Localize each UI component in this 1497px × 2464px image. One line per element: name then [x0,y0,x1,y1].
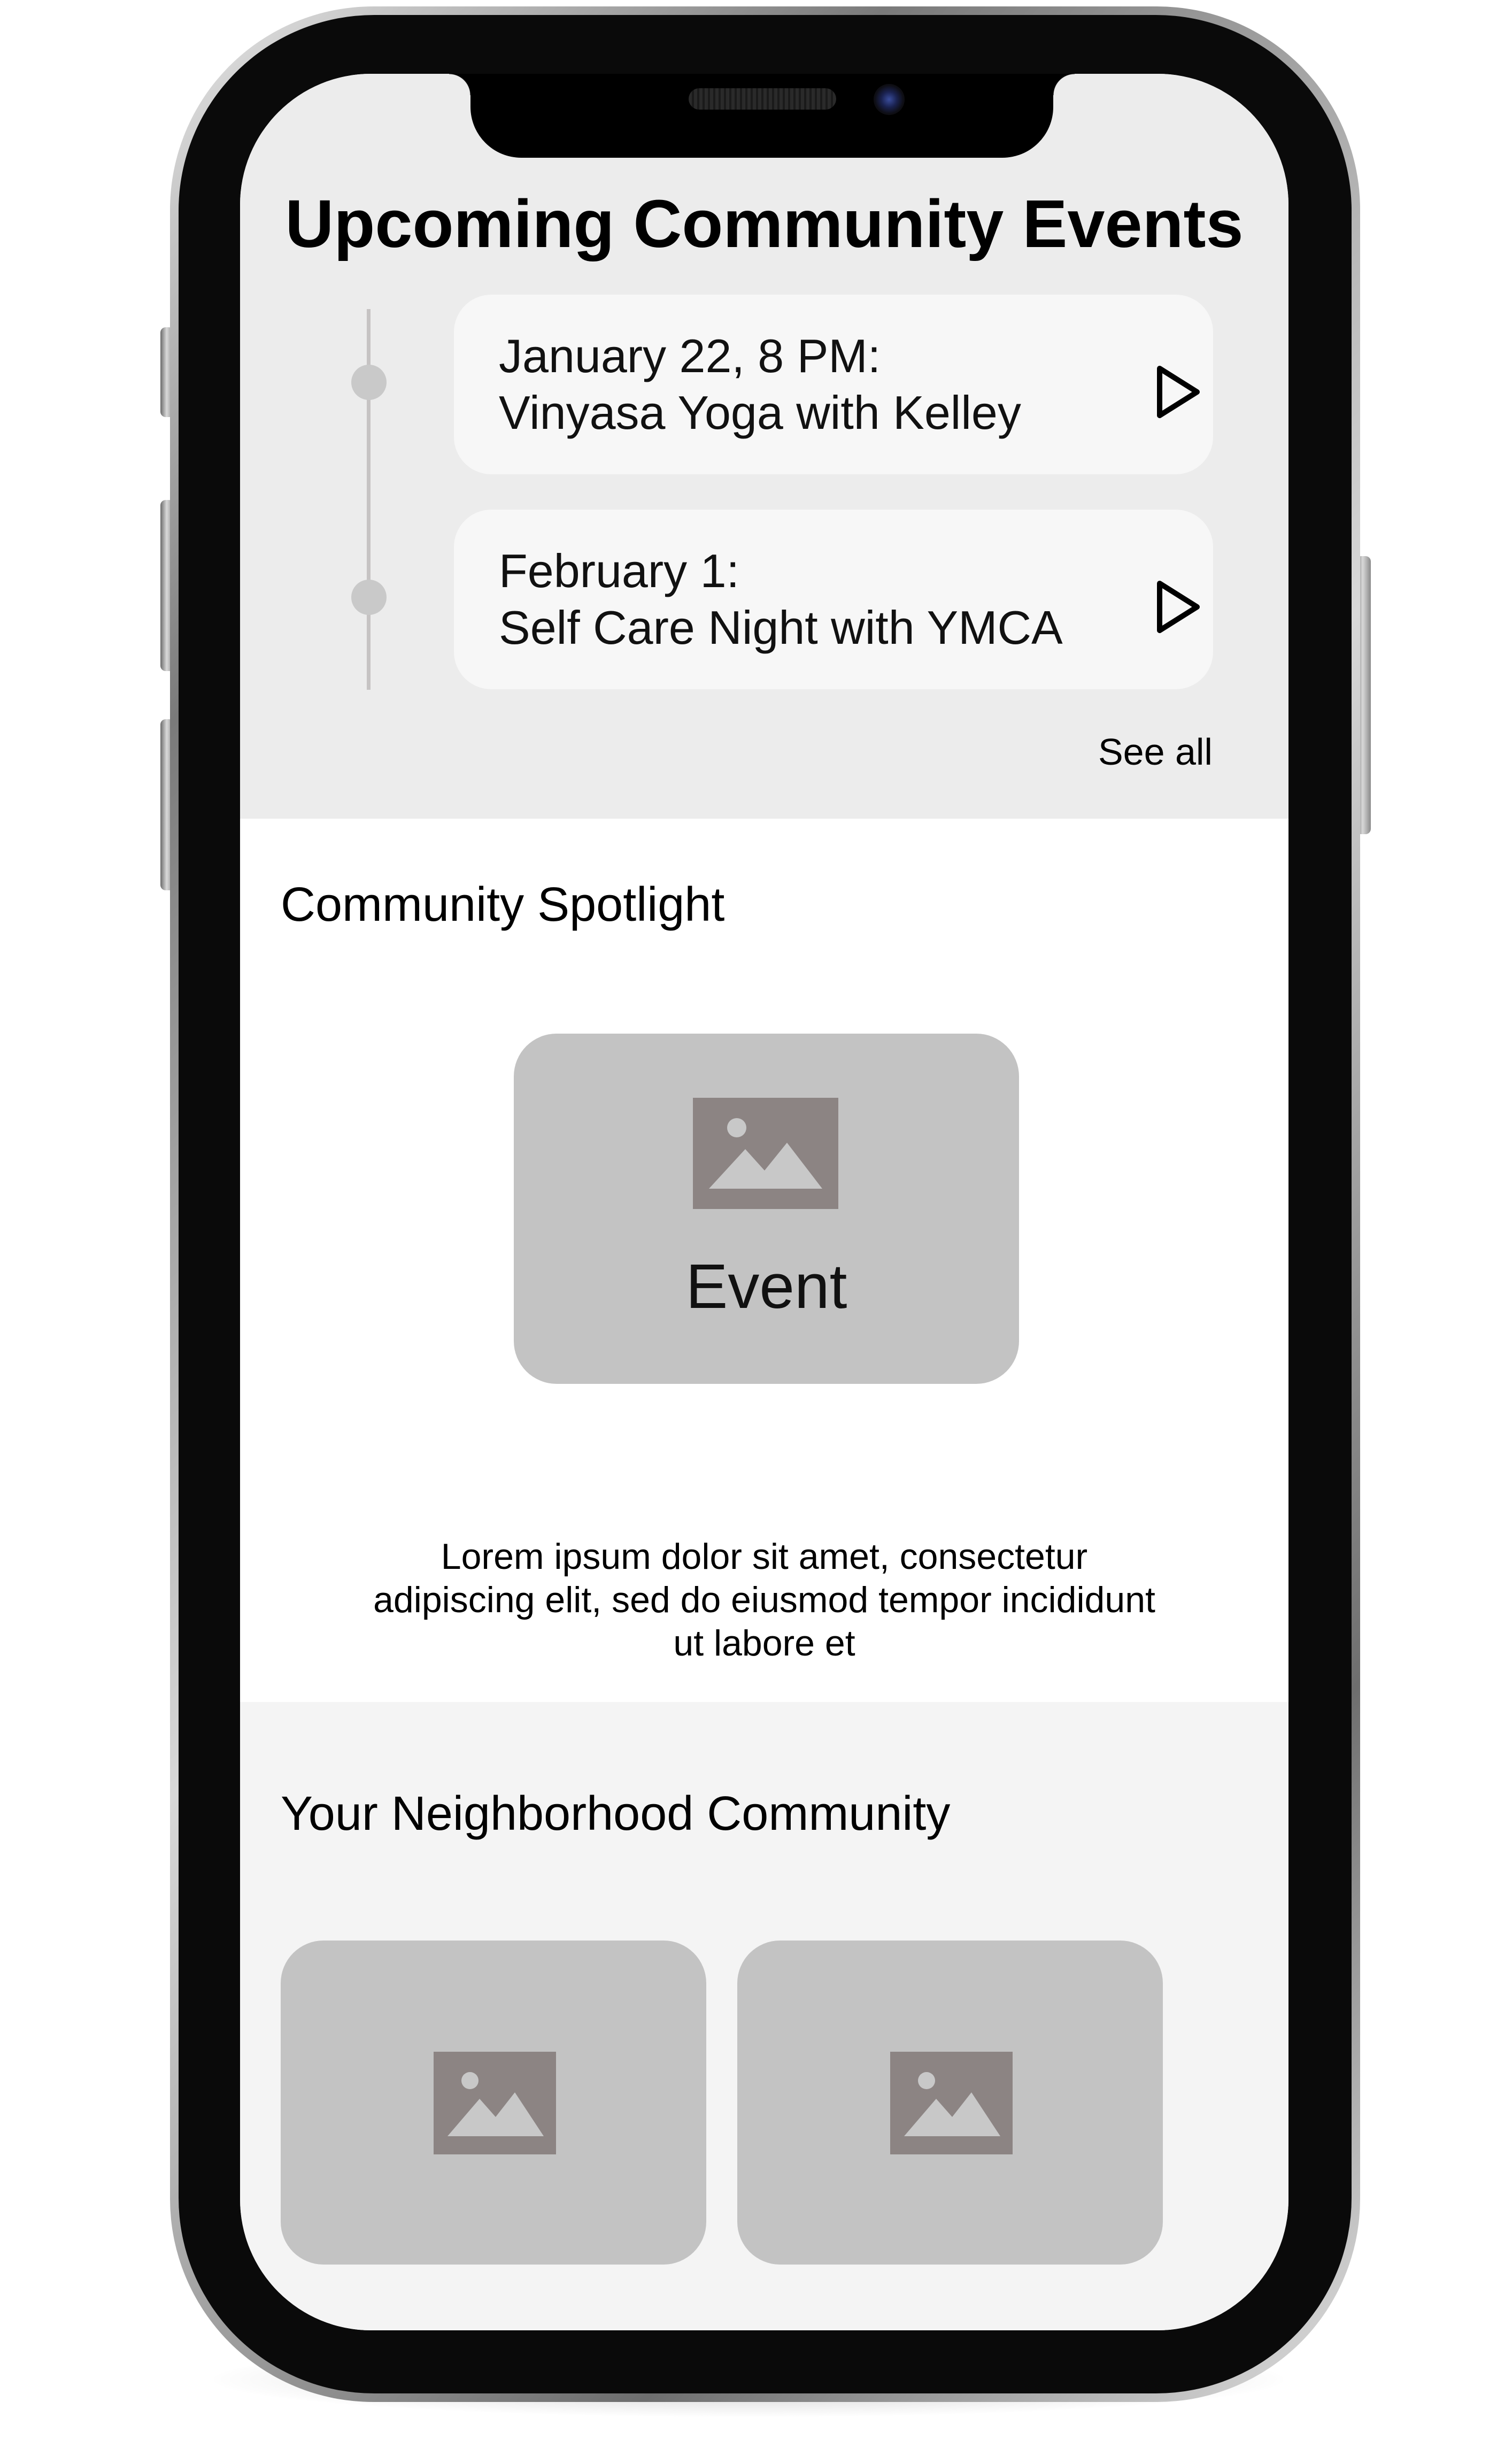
phone-screen: Upcoming Community Events January 22, 8 … [240,74,1288,2330]
image-placeholder-icon [890,2052,1013,2154]
event-text: February 1: Self Care Night with YMCA [499,543,1063,656]
spotlight-description: Lorem ipsum dolor sit amet, consectetur … [347,1535,1182,1665]
community-spotlight-section: Community Spotlight Event Lorem ipsum do… [240,819,1288,1702]
mockup-stage: Upcoming Community Events January 22, 8 … [0,0,1497,2464]
spotlight-heading: Community Spotlight [281,878,725,931]
image-placeholder-icon [693,1098,838,1209]
spotlight-event-card[interactable]: Event [514,1034,1019,1384]
neighborhood-tile[interactable] [737,1941,1163,2265]
neighborhood-community-section: Your Neighborhood Community [240,1702,1288,2330]
event-card-yoga[interactable]: January 22, 8 PM: Vinyasa Yoga with Kell… [454,295,1213,474]
play-triangle-icon[interactable] [1154,579,1201,635]
timeline-dot [351,365,387,400]
earpiece-speaker [689,88,836,110]
event-date: January 22, 8 PM: [499,329,881,382]
see-all-link[interactable]: See all [1098,730,1213,773]
page-title: Upcoming Community Events [285,186,1244,261]
event-date: February 1: [499,544,739,597]
description-line: Lorem ipsum dolor sit amet, consectetur [441,1536,1088,1577]
event-text: January 22, 8 PM: Vinyasa Yoga with Kell… [499,328,1021,441]
timeline-dot [351,580,387,615]
description-line: adipiscing elit, sed do eiusmod tempor i… [373,1580,1155,1620]
event-name: Vinyasa Yoga with Kelley [499,386,1021,439]
spotlight-card-label: Event [685,1251,847,1322]
event-card-self-care[interactable]: February 1: Self Care Night with YMCA [454,510,1213,689]
description-line: ut labore et [673,1623,855,1664]
play-triangle-icon[interactable] [1154,364,1201,420]
phone-notch [449,74,1075,158]
front-camera [874,84,905,115]
image-placeholder-icon [434,2052,556,2154]
event-name: Self Care Night with YMCA [499,601,1063,654]
neighborhood-tile[interactable] [281,1941,706,2265]
neighborhood-heading: Your Neighborhood Community [281,1787,951,1841]
upcoming-events-section: Upcoming Community Events January 22, 8 … [240,74,1288,819]
